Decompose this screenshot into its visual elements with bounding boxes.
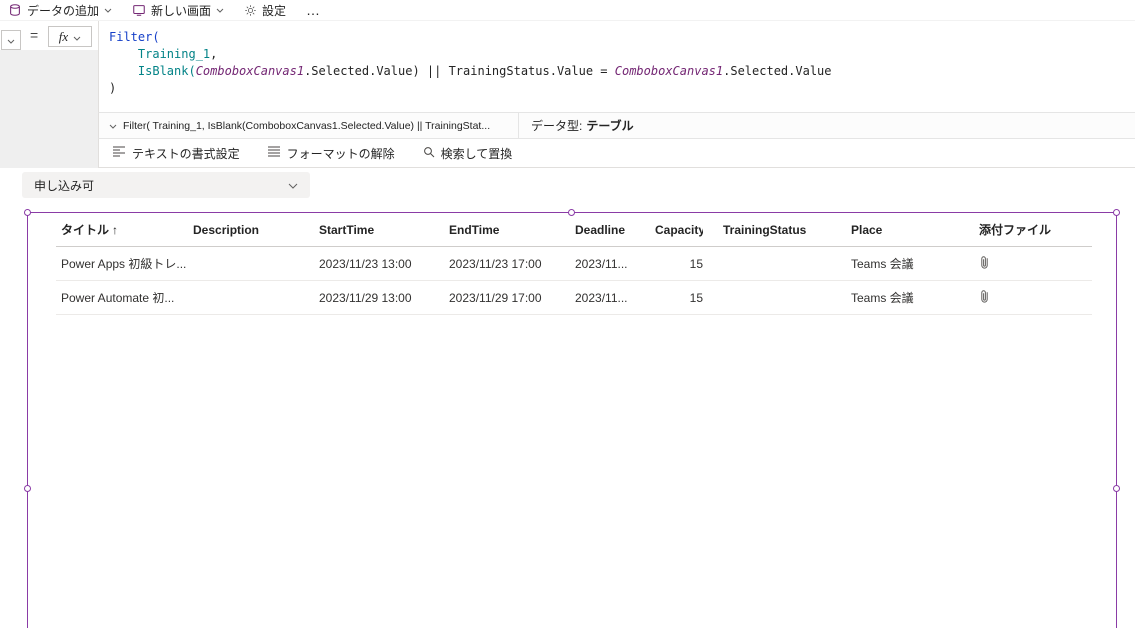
status-combobox[interactable]: 申し込み可 — [22, 172, 310, 198]
cell-deadline: 2023/11... — [575, 256, 628, 271]
remove-formatting-label: フォーマットの解除 — [286, 146, 395, 161]
cell-place: Teams 会議 — [851, 257, 914, 271]
chevron-down-icon — [216, 8, 224, 13]
add-data-icon — [8, 3, 22, 17]
cell-endtime: 2023/11/29 17:00 — [449, 290, 542, 305]
cell-attachment[interactable] — [963, 289, 1092, 307]
format-text-icon — [113, 146, 126, 160]
formula-bar-controls: = fx — [0, 21, 98, 50]
col-header-capacity[interactable]: Capacity — [655, 223, 703, 237]
top-toolbar: データの追加 新しい画面 設定 … — [0, 0, 1135, 21]
find-replace-label: 検索して置換 — [440, 146, 513, 161]
new-screen-button[interactable]: 新しい画面 — [132, 2, 224, 19]
find-replace-button[interactable]: 検索して置換 — [423, 145, 513, 162]
paperclip-icon — [979, 255, 990, 273]
add-data-button[interactable]: データの追加 — [8, 2, 112, 19]
data-type-label: データ型: — [531, 119, 583, 133]
col-header-place[interactable]: Place — [851, 223, 963, 237]
training-table: タイトル ↑ Description StartTime EndTime Dead… — [28, 213, 1116, 315]
cell-starttime: 2023/11/29 13:00 — [319, 290, 412, 305]
cell-place: Teams 会議 — [851, 291, 914, 305]
col-header-trainingstatus[interactable]: TrainingStatus — [723, 223, 851, 237]
left-rail — [0, 50, 98, 168]
paperclip-icon — [979, 289, 990, 307]
data-type-badge: データ型: テーブル — [519, 117, 634, 134]
new-screen-icon — [132, 3, 146, 17]
cell-attachment[interactable] — [963, 255, 1092, 273]
table-header-row: タイトル ↑ Description StartTime EndTime Dead… — [56, 213, 1092, 247]
settings-label: 設定 — [262, 3, 287, 18]
cell-deadline: 2023/11... — [575, 290, 628, 305]
chevron-down-icon — [104, 8, 112, 13]
format-text-label: テキストの書式設定 — [132, 146, 240, 161]
resize-handle[interactable] — [24, 485, 31, 492]
sort-ascending-icon: ↑ — [112, 223, 119, 237]
col-header-deadline[interactable]: Deadline — [575, 223, 655, 237]
fx-dropdown[interactable]: fx — [48, 26, 92, 47]
table-row[interactable]: Power Automate 初... 2023/11/29 13:00 202… — [56, 281, 1092, 315]
gear-icon — [244, 4, 257, 17]
cell-starttime: 2023/11/23 13:00 — [319, 256, 412, 271]
cell-capacity: 15 — [689, 290, 703, 305]
col-header-attachments[interactable]: 添付ファイル — [963, 221, 1092, 238]
code-line: IsBlank(ComboboxCanvas1.Selected.Value) … — [137, 64, 832, 78]
formula-code[interactable]: Filter( Training_1, IsBlank(ComboboxCanv… — [98, 21, 1135, 112]
formula-summary-bar: Filter( Training_1, IsBlank(ComboboxCanv… — [98, 112, 1135, 139]
cell-title: Power Automate 初... — [61, 291, 175, 305]
cell-title: Power Apps 初級トレ... — [61, 257, 187, 271]
chevron-down-icon — [288, 178, 298, 192]
code-line: ) — [109, 81, 117, 95]
format-text-button[interactable]: テキストの書式設定 — [113, 145, 240, 162]
resize-handle[interactable] — [1113, 485, 1120, 492]
col-header-description[interactable]: Description — [193, 223, 319, 237]
chevron-down-icon[interactable] — [109, 120, 117, 132]
property-dropdown[interactable] — [1, 30, 21, 50]
equals-sign: = — [30, 27, 39, 43]
search-icon — [423, 146, 435, 161]
collapsed-formula-text: Filter( Training_1, IsBlank(ComboboxCanv… — [123, 119, 491, 132]
add-data-label: データの追加 — [27, 3, 100, 18]
more-commands-button[interactable]: … — [306, 2, 321, 18]
data-table-control[interactable]: タイトル ↑ Description StartTime EndTime Dead… — [24, 209, 1120, 628]
col-header-title[interactable]: タイトル ↑ — [61, 221, 193, 238]
more-icon: … — [306, 2, 322, 18]
data-type-value: テーブル — [586, 119, 634, 133]
chevron-down-icon — [73, 30, 81, 44]
new-screen-label: 新しい画面 — [151, 3, 212, 18]
format-toolbar: テキストの書式設定 フォーマットの解除 検索して置換 — [98, 139, 1135, 168]
col-header-starttime[interactable]: StartTime — [319, 223, 449, 237]
cell-endtime: 2023/11/23 17:00 — [449, 256, 542, 271]
chevron-down-icon — [7, 31, 15, 49]
table-row[interactable]: Power Apps 初級トレ... 2023/11/23 13:00 2023… — [56, 247, 1092, 281]
collapsed-formula[interactable]: Filter( Training_1, IsBlank(ComboboxCanv… — [99, 113, 518, 138]
code-line: Filter( — [109, 30, 160, 44]
cell-capacity: 15 — [689, 256, 703, 271]
col-header-endtime[interactable]: EndTime — [449, 223, 575, 237]
fx-label: fx — [58, 28, 69, 44]
powerapps-studio: データの追加 新しい画面 設定 … = fx Filter(Training_… — [0, 0, 1135, 628]
code-line: Training_1, — [137, 47, 218, 61]
remove-formatting-icon — [267, 146, 281, 160]
remove-formatting-button[interactable]: フォーマットの解除 — [267, 145, 395, 162]
combobox-value: 申し込み可 — [34, 178, 95, 193]
settings-button[interactable]: 設定 — [244, 2, 286, 19]
